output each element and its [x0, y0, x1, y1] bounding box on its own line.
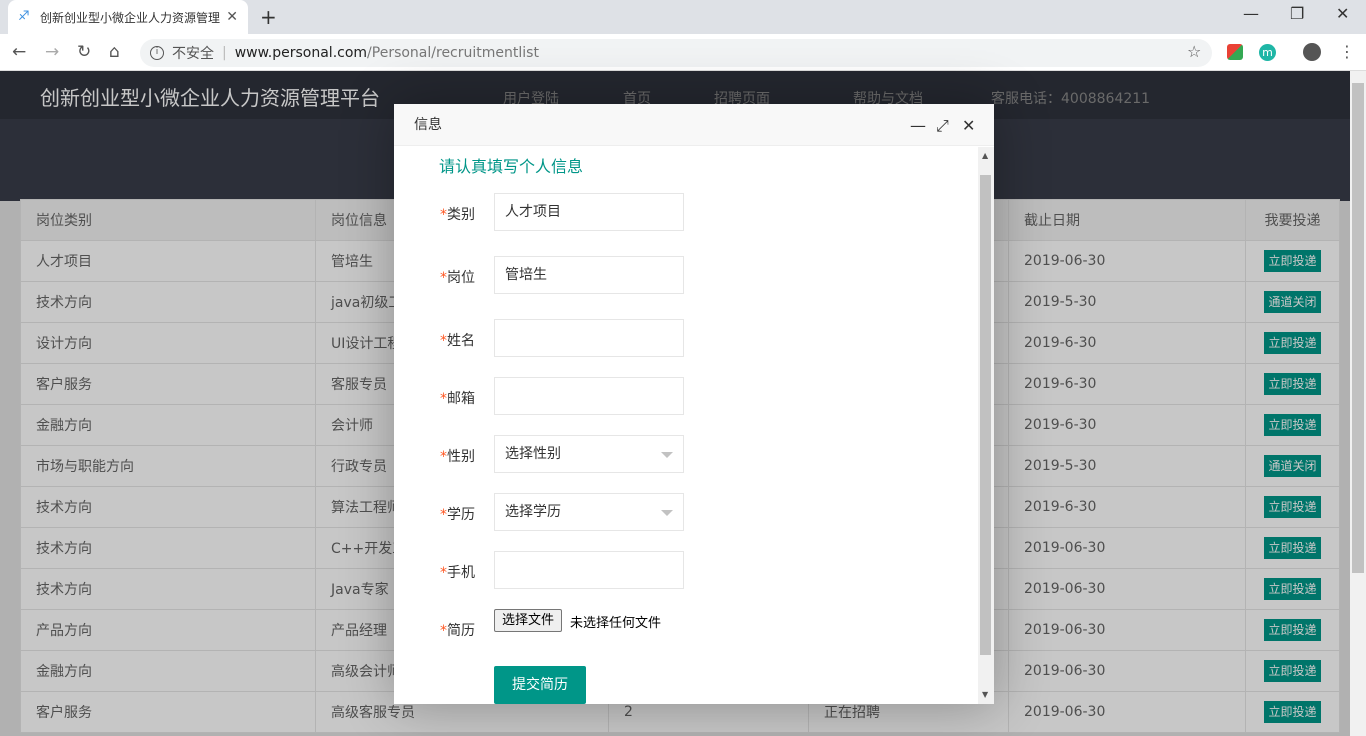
chevron-down-icon [661, 452, 673, 458]
home-icon[interactable]: ⌂ [109, 42, 120, 62]
info-modal: 信息 — ⤢ ✕ 请认真填写个人信息 *类别 人才项目 *岗位 管培生 *姓名 … [394, 104, 994, 704]
modal-scrollbar-thumb[interactable] [980, 175, 991, 655]
education-label: *学历 [440, 507, 475, 523]
extension-m-icon[interactable]: m [1259, 44, 1276, 61]
gender-select[interactable]: 选择性别 [494, 435, 684, 473]
email-input[interactable] [494, 377, 684, 415]
close-modal-icon[interactable]: ✕ [962, 116, 975, 135]
position-input[interactable]: 管培生 [494, 256, 684, 294]
extension-icon[interactable] [1227, 44, 1243, 60]
address-bar[interactable]: i 不安全 | www.personal.com/Personal/recrui… [140, 39, 1212, 67]
gender-label: *性别 [440, 449, 475, 465]
bookmark-star-icon[interactable]: ☆ [1187, 42, 1201, 61]
email-label: *邮箱 [440, 391, 475, 407]
site-favicon-icon: ♐ [18, 9, 30, 24]
scroll-up-icon[interactable]: ▲ [982, 151, 988, 160]
education-select[interactable]: 选择学历 [494, 493, 684, 531]
modal-body: 请认真填写个人信息 *类别 人才项目 *岗位 管培生 *姓名 *邮箱 *性别 选… [394, 147, 994, 704]
scroll-down-icon[interactable]: ▼ [982, 690, 988, 699]
phone-label: *手机 [440, 565, 475, 581]
maximize-modal-icon[interactable]: ⤢ [936, 116, 949, 136]
close-window-icon[interactable]: ✕ [1336, 4, 1349, 23]
category-label: *类别 [440, 207, 475, 223]
form-title: 请认真填写个人信息 [439, 157, 584, 176]
modal-scrollbar[interactable]: ▲ ▼ [978, 147, 994, 704]
new-tab-icon[interactable]: + [260, 5, 277, 29]
minimize-window-icon[interactable]: — [1243, 4, 1259, 23]
browser-toolbar: ← → ↻ ⌂ i 不安全 | www.personal.com/Persona… [0, 34, 1366, 71]
modal-title: 信息 [394, 104, 994, 146]
page-scrollbar[interactable] [1350, 71, 1366, 736]
phone-input[interactable] [494, 551, 684, 589]
back-icon[interactable]: ← [12, 42, 26, 62]
insecure-label: 不安全 [172, 46, 214, 62]
browser-tabbar: ♐ 创新创业型小微企业人力资源管理 ✕ + — ❐ ✕ [0, 0, 1366, 34]
name-input[interactable] [494, 319, 684, 357]
account-icon[interactable] [1303, 43, 1321, 61]
minimize-modal-icon[interactable]: — [910, 116, 926, 135]
close-tab-icon[interactable]: ✕ [226, 9, 238, 25]
url-host: www.personal.com [234, 45, 368, 61]
browser-menu-icon[interactable]: ⋮ [1339, 42, 1355, 61]
page-scrollbar-thumb[interactable] [1352, 83, 1364, 573]
category-input[interactable]: 人才项目 [494, 193, 684, 231]
submit-resume-button[interactable]: 提交简历 [494, 666, 586, 704]
choose-file-button[interactable]: 选择文件 [494, 609, 563, 632]
position-label: *岗位 [440, 270, 475, 286]
reload-icon[interactable]: ↻ [77, 42, 91, 62]
forward-icon[interactable]: → [45, 42, 59, 62]
restore-window-icon[interactable]: ❐ [1290, 4, 1304, 23]
file-status: 未选择任何文件 [570, 616, 662, 631]
browser-tab[interactable]: ♐ 创新创业型小微企业人力资源管理 ✕ [8, 0, 248, 34]
name-label: *姓名 [440, 333, 475, 349]
resume-label: *简历 [440, 623, 475, 639]
info-icon[interactable]: i [150, 46, 164, 60]
address-separator: | [222, 45, 227, 61]
chevron-down-icon [661, 510, 673, 516]
tab-title: 创新创业型小微企业人力资源管理 [40, 10, 221, 25]
url-path: /Personal/recruitmentlist [367, 45, 539, 61]
